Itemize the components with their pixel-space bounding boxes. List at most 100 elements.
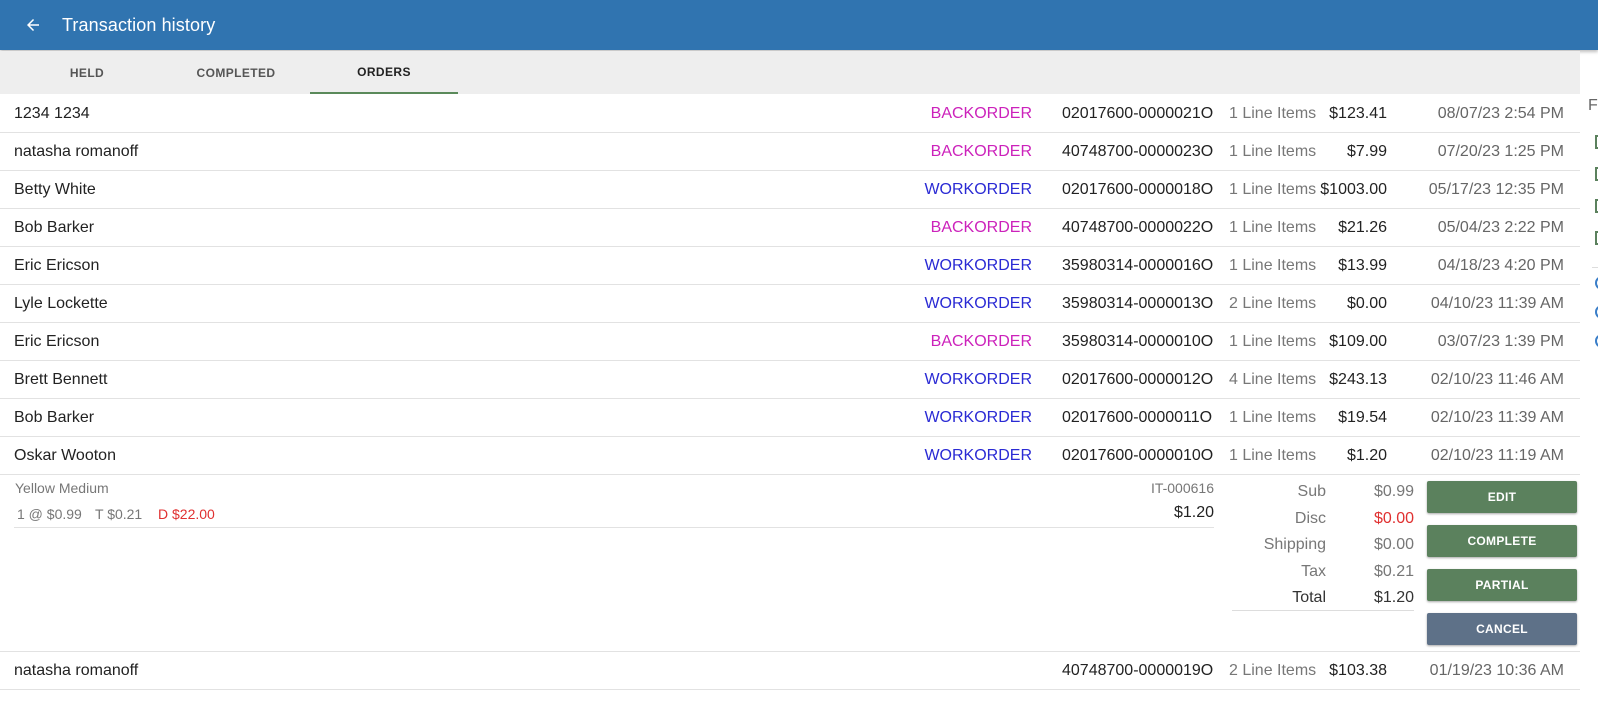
order-totals: Sub $0.99 Disc $0.00 Shipping $0.00 Tax … [1232, 479, 1414, 612]
totals-label: Disc [1294, 509, 1326, 527]
order-number: 35980314-0000013O [1062, 295, 1214, 312]
order-number: 02017600-0000018O [1062, 181, 1214, 198]
order-row[interactable]: Bob Barker BACKORDER 40748700-0000022O 1 Li… [0, 209, 1580, 247]
order-row[interactable]: Eric Ericson BACKORDER 35980314-0000010O 1 … [0, 323, 1580, 361]
order-row[interactable]: natasha romanoff 40748700-0000019O 2 Lin… [0, 652, 1580, 690]
line-item-count: 4 Line Items [1229, 371, 1317, 388]
order-number: 35980314-0000016O [1062, 257, 1214, 274]
customer-name: Oskar Wooton [14, 447, 116, 464]
order-type-label: WORKORDER [924, 295, 1032, 312]
customer-name: natasha romanoff [14, 662, 139, 679]
order-amount: $1.20 [1346, 447, 1387, 464]
tab-bar: HELD COMPLETED ORDERS [0, 51, 1580, 94]
customer-name: Eric Ericson [14, 257, 100, 274]
order-amount: $243.13 [1329, 371, 1387, 388]
customer-name: Eric Ericson [14, 333, 100, 350]
totals-tax: Tax $0.21 [1232, 559, 1414, 586]
totals-label: Sub [1297, 483, 1326, 500]
totals-value: $1.20 [1373, 589, 1414, 606]
order-date: 03/07/23 1:39 PM [1437, 333, 1564, 350]
customer-name: Betty White [14, 181, 96, 198]
totals-divider [1232, 610, 1414, 611]
order-type-label: BACKORDER [930, 143, 1032, 160]
order-number: 40748700-0000023O [1062, 143, 1214, 160]
order-row[interactable]: Bob Barker WORKORDER 02017600-0000011O 1 Li… [0, 399, 1580, 437]
totals-value: $0.99 [1373, 483, 1414, 500]
line-item-count: 1 Line Items [1229, 143, 1317, 160]
order-number: 40748700-0000022O [1062, 219, 1214, 236]
line-item-count: 2 Line Items [1229, 662, 1317, 679]
totals-value: $0.00 [1373, 536, 1414, 553]
order-date: 01/19/23 10:36 AM [1429, 662, 1564, 679]
order-row[interactable]: Lyle Lockette WORKORDER 35980314-0000013O 2… [0, 285, 1580, 323]
edit-button[interactable]: EDIT [1427, 481, 1577, 513]
order-date: 05/04/23 2:22 PM [1437, 219, 1564, 236]
order-type-label: BACKORDER [930, 105, 1032, 122]
customer-name: 1234 1234 [14, 105, 90, 122]
order-date: 05/17/23 12:35 PM [1428, 181, 1564, 198]
order-amount: $109.00 [1329, 333, 1387, 350]
order-row[interactable]: Brett Bennett WORKORDER 02017600-0000012O 4… [0, 361, 1580, 399]
order-date: 04/18/23 4:20 PM [1437, 257, 1564, 274]
totals-label: Tax [1301, 562, 1326, 580]
totals-value: $0.21 [1373, 562, 1414, 580]
order-date: 02/10/23 11:39 AM [1430, 409, 1564, 426]
order-date: 02/10/23 11:19 AM [1430, 447, 1564, 464]
line-item-count: 1 Line Items [1229, 181, 1317, 198]
order-number: 02017600-0000021O [1062, 105, 1214, 122]
order-number: 02017600-0000010O [1062, 447, 1214, 464]
order-amount: $7.99 [1346, 143, 1387, 160]
totals-label: Total [1292, 589, 1326, 606]
order-type-label: WORKORDER [924, 447, 1032, 464]
side-panel-heading: F [1588, 97, 1598, 114]
side-panel: F [1580, 95, 1598, 704]
order-number: 02017600-0000012O [1062, 371, 1214, 388]
order-row[interactable]: natasha romanoff BACKORDER 40748700-000002… [0, 133, 1580, 171]
partial-button[interactable]: PARTIAL [1427, 569, 1577, 601]
order-amount: $123.41 [1329, 105, 1387, 122]
cancel-button[interactable]: CANCEL [1427, 613, 1577, 645]
line-item-total: $1.20 [1173, 504, 1214, 521]
app-bar: Transaction history [0, 0, 1598, 50]
order-row[interactable]: Betty White WORKORDER 02017600-0000018O 1 L… [0, 171, 1580, 209]
totals-label: Shipping [1263, 536, 1326, 553]
order-date: 08/07/23 2:54 PM [1437, 105, 1564, 122]
order-amount: $103.38 [1329, 662, 1387, 679]
line-item-count: 1 Line Items [1229, 333, 1317, 350]
tab-completed[interactable]: COMPLETED [168, 51, 304, 94]
customer-name: Bob Barker [14, 409, 95, 426]
order-number: 02017600-0000011O [1062, 409, 1213, 426]
line-item-name: Yellow Medium [15, 480, 109, 496]
order-amount: $13.99 [1338, 257, 1387, 274]
order-row[interactable]: 1234 1234 BACKORDER 02017600-0000021O 1 Lin… [0, 95, 1580, 133]
line-item-count: 1 Line Items [1229, 409, 1317, 426]
order-row[interactable]: Oskar Wooton WORKORDER 02017600-0000010O 1 … [0, 437, 1580, 475]
back-button[interactable] [22, 14, 44, 36]
totals-shipping: Shipping $0.00 [1232, 532, 1414, 559]
arrow-left-icon [27, 19, 39, 31]
totals-sub: Sub $0.99 [1232, 479, 1414, 506]
page-title: Transaction history [62, 14, 216, 35]
line-item-count: 1 Line Items [1229, 105, 1317, 122]
totals-total: Total $1.20 [1232, 585, 1414, 612]
totals-disc: Disc $0.00 [1232, 506, 1414, 533]
order-type-label: WORKORDER [924, 257, 1032, 274]
order-type-label: WORKORDER [924, 371, 1032, 388]
line-item-qty-price: 1 @ $0.99 [17, 506, 82, 522]
order-date: 04/10/23 11:39 AM [1430, 295, 1564, 312]
side-panel-divider [1592, 267, 1598, 268]
line-item-discount: D $22.00 [158, 506, 215, 522]
tab-held[interactable]: HELD [24, 51, 150, 94]
order-row[interactable]: Eric Ericson WORKORDER 35980314-0000016O 1 … [0, 247, 1580, 285]
totals-value: $0.00 [1373, 509, 1414, 527]
customer-name: natasha romanoff [14, 143, 139, 160]
order-date: 02/10/23 11:46 AM [1430, 371, 1564, 388]
orders-list: 1234 1234 BACKORDER 02017600-0000021O 1 Lin… [0, 95, 1580, 690]
order-amount: $19.54 [1338, 409, 1387, 426]
complete-button[interactable]: COMPLETE [1427, 525, 1577, 557]
line-item-count: 1 Line Items [1229, 257, 1317, 274]
tab-orders[interactable]: ORDERS [310, 51, 458, 94]
line-item-count: 2 Line Items [1229, 295, 1317, 312]
order-type-label: WORKORDER [924, 409, 1032, 426]
line-item-tax: T $0.21 [95, 506, 143, 522]
